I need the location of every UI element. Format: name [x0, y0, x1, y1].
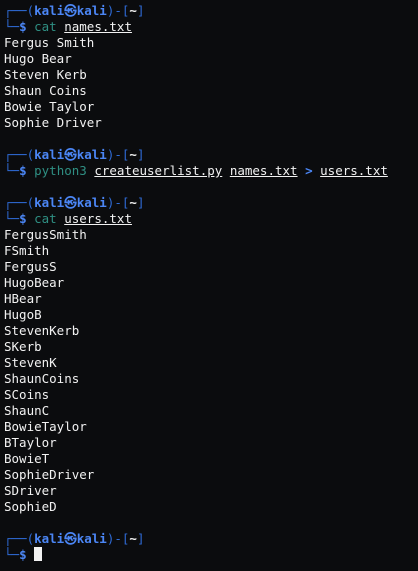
prompt-cwd: ~: [129, 147, 137, 162]
output-line: HBear: [4, 291, 42, 306]
command-line[interactable]: └─$ python3 createuserlist.py names.txt …: [4, 163, 418, 179]
prompt-frame: )-[: [106, 147, 130, 162]
prompt-dollar: $: [19, 547, 27, 562]
prompt-frame: └─: [4, 547, 20, 562]
prompt-user: kali: [34, 147, 65, 162]
kali-symbol-icon: ㉿: [64, 3, 77, 18]
output-line: SophieD: [4, 499, 57, 514]
prompt-dollar: $: [19, 163, 27, 178]
command-arg[interactable]: createuserlist.py: [94, 163, 222, 178]
output-line: SCoins: [4, 387, 50, 402]
prompt-frame: ┌──(: [4, 3, 35, 18]
prompt-frame: ┌──(: [4, 195, 35, 210]
kali-symbol-icon: ㉿: [64, 531, 77, 546]
prompt-frame: ┌──(: [4, 147, 35, 162]
prompt-dollar: $: [19, 19, 27, 34]
prompt-cwd: ~: [129, 3, 137, 18]
command-name: cat: [34, 211, 57, 226]
output-line: Hugo Bear: [4, 51, 72, 66]
prompt-cwd: ~: [129, 531, 137, 546]
prompt-host: kali: [76, 3, 107, 18]
prompt-frame: )-[: [106, 531, 130, 546]
output-line: Shaun Coins: [4, 83, 87, 98]
prompt-frame: └─: [4, 19, 20, 34]
prompt-frame: ]: [136, 195, 145, 210]
prompt-host: kali: [76, 147, 107, 162]
command-name: cat: [34, 19, 57, 34]
output-line: FSmith: [4, 243, 50, 258]
prompt-frame: ]: [136, 531, 145, 546]
prompt-frame: ┌──(: [4, 531, 35, 546]
output-line: BowieTaylor: [4, 419, 87, 434]
kali-symbol-icon: ㉿: [64, 195, 77, 210]
redirect-operator: >: [305, 163, 313, 178]
output-line: SophieDriver: [4, 467, 95, 482]
output-line: StevenKerb: [4, 323, 80, 338]
active-command-line[interactable]: └─$: [4, 547, 418, 563]
output-line: ShaunC: [4, 403, 50, 418]
output-line: Bowie Taylor: [4, 99, 95, 114]
prompt-header: ┌──(kali㉿kali)-[~]: [4, 3, 418, 19]
prompt-user: kali: [34, 531, 65, 546]
prompt-user: kali: [34, 3, 65, 18]
output-line: BTaylor: [4, 435, 57, 450]
output-line: HugoBear: [4, 275, 65, 290]
prompt-frame: ]: [136, 147, 145, 162]
output-line: ShaunCoins: [4, 371, 80, 386]
output-line: StevenK: [4, 355, 57, 370]
prompt-user: kali: [34, 195, 65, 210]
command-arg[interactable]: names.txt: [230, 163, 298, 178]
output-line: Steven Kerb: [4, 67, 87, 82]
prompt-dollar: $: [19, 211, 27, 226]
command-arg[interactable]: names.txt: [64, 19, 132, 34]
output-line: Fergus Smith: [4, 35, 95, 50]
text-cursor[interactable]: [34, 547, 43, 561]
output-line: BowieT: [4, 451, 50, 466]
prompt-host: kali: [76, 531, 107, 546]
command-arg[interactable]: users.txt: [320, 163, 388, 178]
output-line: HugoB: [4, 307, 42, 322]
prompt-frame: ]: [136, 3, 145, 18]
command-line[interactable]: └─$ cat names.txt: [4, 19, 418, 35]
output-line: SDriver: [4, 483, 57, 498]
output-line: FergusS: [4, 259, 57, 274]
kali-symbol-icon: ㉿: [64, 147, 77, 162]
command-arg[interactable]: users.txt: [64, 211, 132, 226]
terminal-window[interactable]: ┌──(kali㉿kali)-[~] └─$ cat names.txt Fer…: [0, 0, 418, 571]
output-line: Sophie Driver: [4, 115, 102, 130]
output-line: FergusSmith: [4, 227, 87, 242]
prompt-header: ┌──(kali㉿kali)-[~]: [4, 195, 418, 211]
prompt-frame: )-[: [106, 3, 130, 18]
prompt-frame: )-[: [106, 195, 130, 210]
prompt-header: ┌──(kali㉿kali)-[~]: [4, 147, 418, 163]
prompt-header: ┌──(kali㉿kali)-[~]: [4, 531, 418, 547]
prompt-host: kali: [76, 195, 107, 210]
prompt-cwd: ~: [129, 195, 137, 210]
command-line[interactable]: └─$ cat users.txt: [4, 211, 418, 227]
prompt-frame: └─: [4, 163, 20, 178]
prompt-frame: └─: [4, 211, 20, 226]
output-line: SKerb: [4, 339, 42, 354]
command-name: python3: [34, 163, 87, 178]
